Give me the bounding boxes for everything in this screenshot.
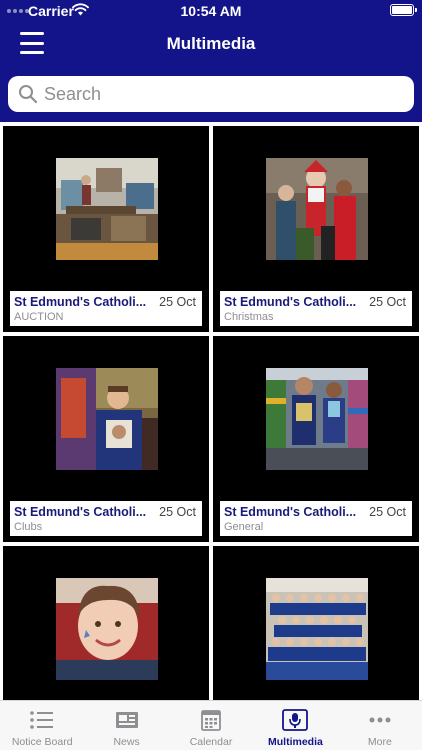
tab-more[interactable]: More <box>338 701 422 750</box>
list-icon <box>30 711 54 729</box>
tile-title: St Edmund's Catholi... <box>224 505 357 519</box>
more-dots-icon <box>369 717 391 723</box>
tab-label: Notice Board <box>11 736 73 748</box>
media-tile[interactable]: St Edmund's Catholi... 25 Oct Christmas <box>213 126 419 332</box>
tab-label: Multimedia <box>268 736 323 748</box>
search-input[interactable] <box>44 83 384 105</box>
tab-label: News <box>113 736 140 748</box>
tile-date: 25 Oct <box>369 505 406 519</box>
tile-category: Christmas <box>224 311 274 323</box>
tab-bar: Notice Board News Calendar Multimedia Mo… <box>0 700 422 750</box>
children-in-library-photo <box>266 368 368 470</box>
tab-news[interactable]: News <box>84 701 168 750</box>
auction-room-photo <box>56 158 158 260</box>
status-bar: Carrier 10:54 AM <box>0 0 422 22</box>
page-title: Multimedia <box>166 34 256 53</box>
search-bar[interactable] <box>8 76 414 112</box>
media-tile[interactable] <box>213 546 419 700</box>
media-tile[interactable]: St Edmund's Catholi... 25 Oct Clubs <box>3 336 209 542</box>
tile-title: St Edmund's Catholi... <box>224 295 357 309</box>
girl-face-paint-photo <box>56 578 158 680</box>
newspaper-icon <box>115 712 138 728</box>
tile-title: St Edmund's Catholi... <box>14 505 147 519</box>
tile-title: St Edmund's Catholi... <box>14 295 147 309</box>
class-group-photo <box>266 578 368 680</box>
microphone-icon <box>282 709 309 731</box>
tab-notice-board[interactable]: Notice Board <box>0 701 84 750</box>
tile-category: AUCTION <box>14 311 64 323</box>
tab-label: More <box>367 736 392 748</box>
calendar-icon <box>201 710 221 731</box>
media-tile[interactable]: St Edmund's Catholi... 25 Oct General <box>213 336 419 542</box>
tile-info: St Edmund's Catholi... 25 Oct AUCTION <box>10 291 202 326</box>
tab-label: Calendar <box>189 736 233 748</box>
tile-info: St Edmund's Catholi... 25 Oct Clubs <box>10 501 202 536</box>
navigation-bar: Multimedia <box>0 22 422 66</box>
tile-info: St Edmund's Catholi... 25 Oct Christmas <box>220 291 412 326</box>
clock: 10:54 AM <box>180 3 242 19</box>
tile-category: Clubs <box>14 521 43 533</box>
christmas-group-photo <box>266 158 368 260</box>
media-grid[interactable]: St Edmund's Catholi... 25 Oct AUCTION St… <box>0 122 422 700</box>
tile-date: 25 Oct <box>159 295 196 309</box>
search-icon <box>19 85 38 104</box>
tile-date: 25 Oct <box>159 505 196 519</box>
app-screen: Carrier 10:54 AM Multimedia Search St Ed… <box>0 0 422 750</box>
tile-date: 25 Oct <box>369 295 406 309</box>
tab-multimedia[interactable]: Multimedia <box>253 701 337 750</box>
boy-with-artwork-photo <box>56 368 158 470</box>
tile-info: St Edmund's Catholi... 25 Oct General <box>220 501 412 536</box>
tab-calendar[interactable]: Calendar <box>169 701 253 750</box>
battery-icon <box>390 4 417 16</box>
tile-category: General <box>224 521 264 533</box>
media-tile[interactable] <box>3 546 209 700</box>
top-bar: Carrier 10:54 AM Multimedia <box>0 0 422 122</box>
media-tile[interactable]: St Edmund's Catholi... 25 Oct AUCTION <box>3 126 209 332</box>
